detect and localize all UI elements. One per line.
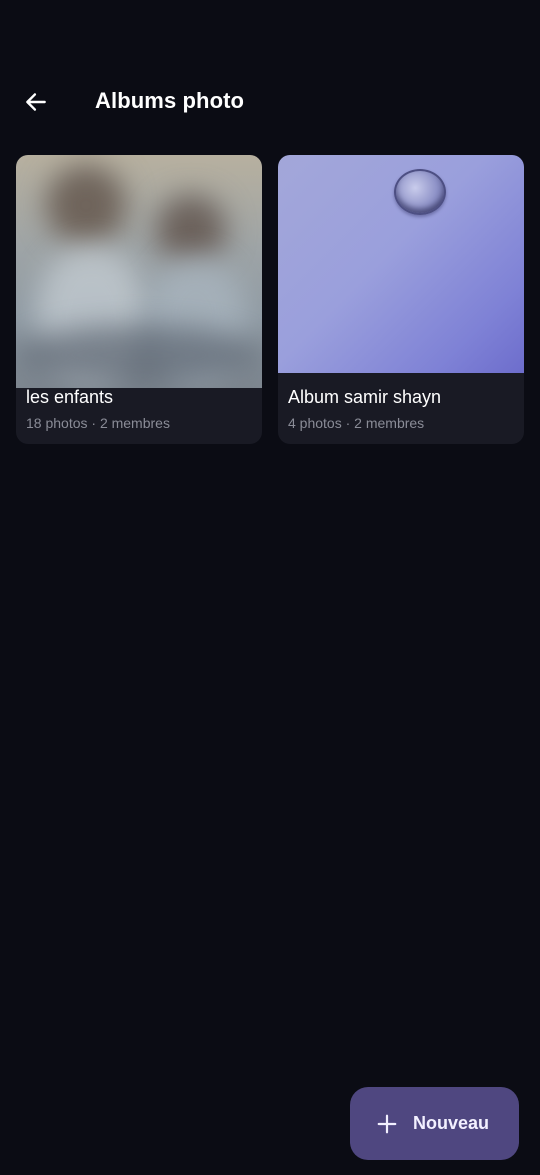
album-meta: 18 photos · 2 membres bbox=[26, 415, 170, 431]
album-name: les enfants bbox=[26, 387, 114, 407]
album-card-les-enfants[interactable]: les enfants 18 photos · 2 membres bbox=[16, 155, 262, 444]
back-button[interactable] bbox=[16, 82, 56, 122]
album-name: Album samir shayn bbox=[288, 387, 442, 407]
album-thumbnail bbox=[278, 155, 524, 373]
arrow-left-icon bbox=[26, 93, 46, 111]
page-title: Albums photo bbox=[95, 88, 245, 113]
album-meta: 4 photos · 2 membres bbox=[288, 415, 425, 431]
plus-icon bbox=[377, 1114, 397, 1134]
album-thumbnail bbox=[16, 155, 262, 388]
water-drop bbox=[394, 169, 446, 215]
album-card-album-samir-shayn[interactable]: Album samir shayn 4 photos · 2 membres bbox=[278, 155, 524, 444]
app-bar: Albums photo bbox=[0, 72, 540, 132]
new-album-button[interactable]: Nouveau bbox=[350, 1087, 519, 1160]
new-album-label: Nouveau bbox=[413, 1113, 490, 1133]
